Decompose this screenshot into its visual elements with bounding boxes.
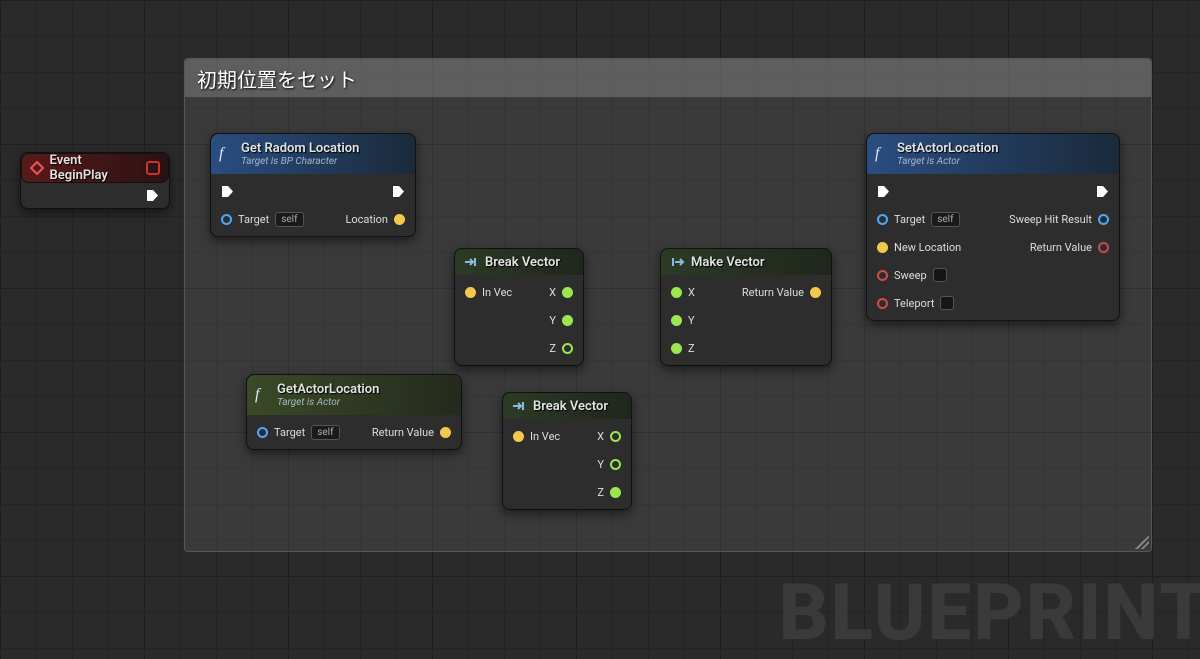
function-icon: f	[255, 386, 259, 404]
node-title: Break Vector	[533, 399, 621, 414]
pin-label: X	[597, 430, 604, 443]
invec-pin[interactable]	[513, 431, 524, 442]
node-title: Break Vector	[485, 255, 573, 270]
return-pin[interactable]	[1098, 242, 1109, 253]
function-icon: f	[219, 145, 223, 163]
node-set-actor-location[interactable]: f SetActorLocation Target is Actor Targe…	[866, 133, 1120, 321]
blueprint-watermark: BLUEPRINT	[779, 568, 1200, 659]
node-title: Event BeginPlay	[50, 153, 141, 183]
break-icon	[511, 398, 527, 414]
location-pin[interactable]	[394, 214, 405, 225]
break-icon	[463, 254, 479, 270]
comment-title[interactable]: 初期位置をセット	[185, 59, 1151, 97]
self-badge: self	[931, 212, 959, 227]
pin-label: X	[549, 286, 556, 299]
node-subtitle: Target is BP Character	[241, 156, 405, 167]
pin-label: Target	[274, 426, 305, 439]
teleport-checkbox[interactable]	[940, 296, 954, 310]
pin-label: Return Value	[1030, 241, 1092, 254]
exec-out-pin[interactable]	[392, 185, 405, 198]
y-pin[interactable]	[610, 459, 621, 470]
sweep-pin[interactable]	[877, 270, 888, 281]
node-subtitle: Target is Actor	[277, 397, 451, 408]
pin-label: Z	[688, 342, 695, 355]
newlocation-pin[interactable]	[877, 242, 888, 253]
node-title: SetActorLocation	[897, 141, 1109, 156]
node-get-actor-location[interactable]: f GetActorLocation Target is Actor Targe…	[246, 374, 462, 450]
z-pin[interactable]	[610, 487, 621, 498]
pin-label: Sweep	[894, 269, 927, 282]
target-pin[interactable]	[221, 214, 232, 225]
node-subtitle: Target is Actor	[897, 156, 1109, 167]
self-badge: self	[275, 212, 303, 227]
pin-label: Z	[597, 486, 604, 499]
y-in-pin[interactable]	[671, 315, 682, 326]
event-icon	[30, 161, 44, 175]
z-in-pin[interactable]	[671, 343, 682, 354]
pin-label: Y	[597, 458, 604, 471]
invec-pin[interactable]	[465, 287, 476, 298]
return-pin[interactable]	[440, 427, 451, 438]
x-pin[interactable]	[610, 431, 621, 442]
pin-label: Z	[549, 342, 556, 355]
node-title: Get Radom Location	[241, 141, 405, 156]
pin-label: Sweep Hit Result	[1009, 213, 1092, 226]
x-pin[interactable]	[562, 287, 573, 298]
exec-out-pin[interactable]	[146, 189, 159, 202]
pin-label: Target	[894, 213, 925, 226]
node-make-vector[interactable]: Make Vector X Y Z Return Value	[660, 248, 832, 366]
node-break-vector-2[interactable]: Break Vector In Vec X Y Z	[502, 392, 632, 510]
exec-in-pin[interactable]	[221, 185, 234, 198]
node-title: Make Vector	[691, 255, 821, 270]
make-icon	[669, 254, 685, 270]
self-badge: self	[311, 425, 339, 440]
pin-label: Return Value	[742, 286, 804, 299]
target-pin[interactable]	[257, 427, 268, 438]
teleport-pin[interactable]	[877, 298, 888, 309]
pin-label: New Location	[894, 241, 961, 254]
node-break-vector-1[interactable]: Break Vector In Vec X Y Z	[454, 248, 584, 366]
z-pin[interactable]	[562, 343, 573, 354]
pin-label: Location	[345, 213, 388, 226]
function-icon: f	[875, 145, 879, 163]
resize-handle-icon[interactable]	[1135, 535, 1149, 549]
pin-label: Y	[549, 314, 556, 327]
pin-label: Target	[238, 213, 269, 226]
node-get-random-location[interactable]: f Get Radom Location Target is BP Charac…	[210, 133, 416, 237]
return-pin[interactable]	[810, 287, 821, 298]
delegate-pin-icon[interactable]	[146, 161, 160, 175]
sweephit-pin[interactable]	[1098, 214, 1109, 225]
pin-label: Teleport	[894, 297, 934, 310]
pin-label: In Vec	[530, 430, 560, 443]
y-pin[interactable]	[562, 315, 573, 326]
pin-label: X	[688, 286, 695, 299]
x-in-pin[interactable]	[671, 287, 682, 298]
target-pin[interactable]	[877, 214, 888, 225]
sweep-checkbox[interactable]	[933, 268, 947, 282]
node-event-beginplay[interactable]: Event BeginPlay	[20, 152, 170, 209]
pin-label: In Vec	[482, 286, 512, 299]
exec-in-pin[interactable]	[877, 185, 890, 198]
pin-label: Y	[688, 314, 695, 327]
exec-out-pin[interactable]	[1096, 185, 1109, 198]
pin-label: Return Value	[372, 426, 434, 439]
node-title: GetActorLocation	[277, 382, 451, 397]
